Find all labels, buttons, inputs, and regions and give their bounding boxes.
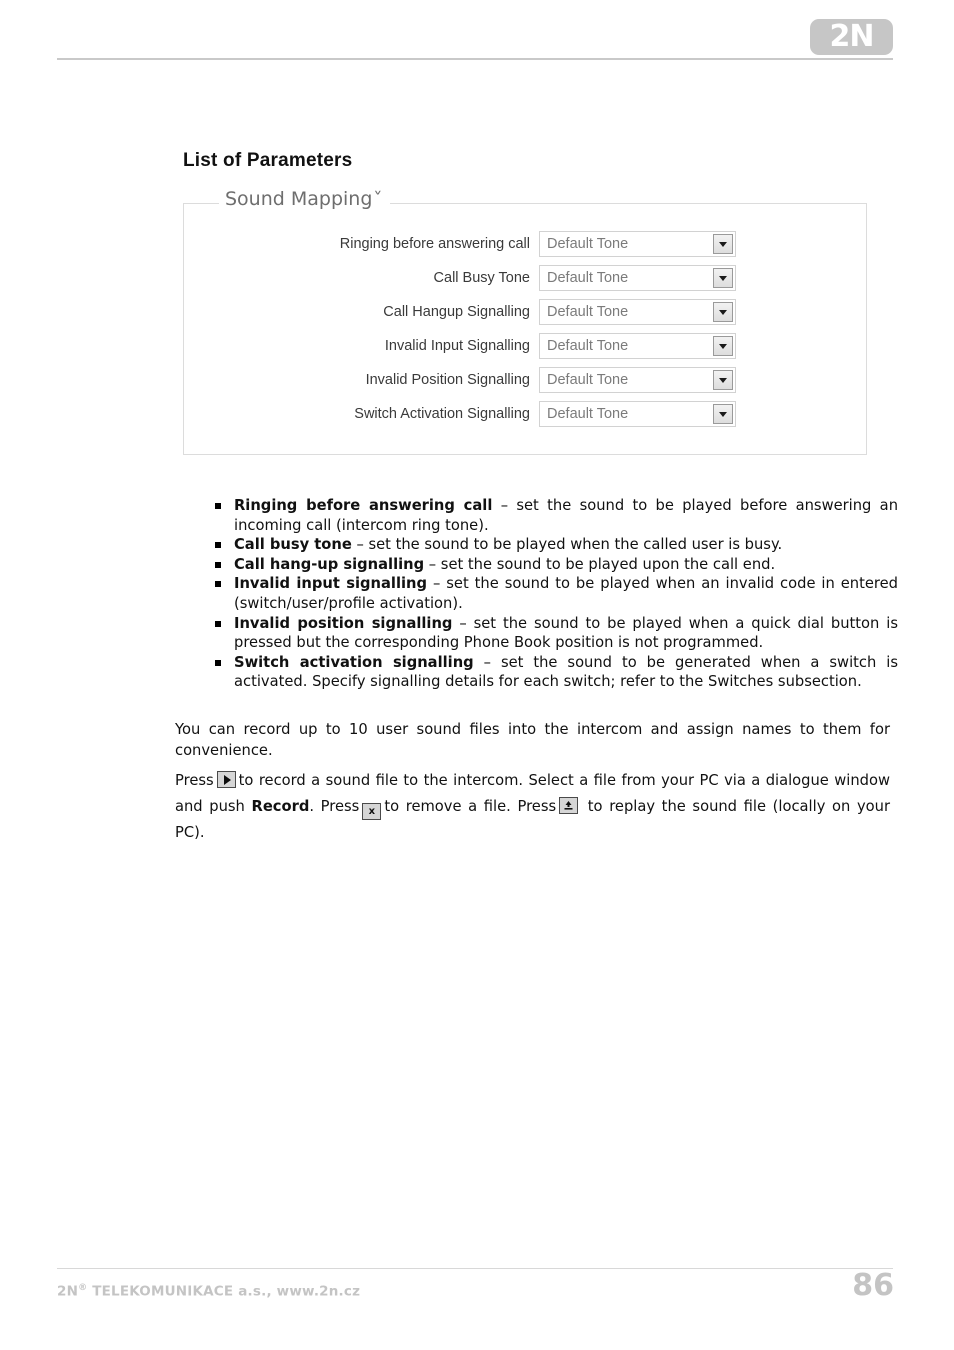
panel-legend[interactable]: Sound Mapping˅ — [219, 188, 390, 210]
close-icon[interactable]: x — [362, 803, 382, 820]
press-text-3: . Press — [309, 798, 360, 815]
list-item: Ringing before answering call – set the … — [183, 496, 898, 535]
parameter-list: Ringing before answering call – set the … — [183, 496, 898, 692]
parameter-term: Ringing before answering call — [234, 497, 493, 514]
footer-company-name: 2N — [57, 1283, 79, 1300]
panel-legend-label: Sound Mapping — [225, 188, 373, 210]
replay-icon[interactable] — [559, 797, 579, 814]
select-switch-activation-signalling[interactable]: Default Tone — [539, 401, 736, 427]
paragraph-press-instructions: Press to record a sound file to the inter… — [175, 768, 890, 846]
select-call-hangup-signalling[interactable]: Default Tone — [539, 299, 736, 325]
list-item: Call hang-up signalling – set the sound … — [183, 555, 898, 575]
form-row: Switch Activation Signalling Default Ton… — [184, 401, 868, 427]
form-row: Ringing before answering call Default To… — [184, 231, 868, 257]
sound-mapping-panel: Sound Mapping˅ Ringing before answering … — [183, 188, 868, 455]
field-label-ringing-before-answering-call: Ringing before answering call — [339, 236, 530, 252]
registered-mark: ® — [78, 1283, 88, 1293]
page-title: List of Parameters — [183, 149, 353, 171]
list-item: Call busy tone – set the sound to be pla… — [183, 535, 898, 555]
footer-company: 2N® TELEKOMUNIKACE a.s., www.2n.cz — [57, 1283, 360, 1300]
parameter-term: Invalid position signalling — [234, 614, 453, 632]
select-call-busy-tone[interactable]: Default Tone — [539, 265, 736, 291]
select-value: Default Tone — [547, 372, 629, 388]
field-label-switch-activation-signalling: Switch Activation Signalling — [354, 406, 530, 422]
form-row: Invalid Input Signalling Default Tone — [184, 333, 868, 359]
select-value: Default Tone — [547, 406, 629, 422]
field-label-invalid-input-signalling: Invalid Input Signalling — [384, 338, 530, 354]
brand-logo-2n: 2N — [810, 19, 893, 55]
header-divider — [57, 58, 893, 60]
press-text-1: Press — [175, 772, 214, 789]
select-value: Default Tone — [547, 338, 629, 354]
parameter-term: Switch activation signalling — [234, 653, 474, 671]
list-item: Switch activation signalling – set the s… — [183, 653, 898, 692]
page-footer: 2N® TELEKOMUNIKACE a.s., www.2n.cz 86 — [0, 1260, 954, 1350]
field-label-invalid-position-signalling: Invalid Position Signalling — [365, 372, 530, 388]
parameter-description: – set the sound to be played when the ca… — [351, 536, 783, 554]
field-label-call-busy-tone: Call Busy Tone — [433, 270, 530, 286]
press-text-4: to remove a file. Press — [384, 798, 557, 815]
select-ringing-before-answering-call[interactable]: Default Tone — [539, 231, 736, 257]
dropdown-arrow-icon[interactable] — [713, 302, 733, 322]
select-value: Default Tone — [547, 236, 629, 252]
dropdown-arrow-icon[interactable] — [713, 234, 733, 254]
list-item: Invalid input signalling – set the sound… — [183, 574, 898, 613]
paragraph-record-info: You can record up to 10 user sound files… — [175, 721, 890, 759]
footer-company-rest: TELEKOMUNIKACE a.s., www.2n.cz — [87, 1283, 361, 1300]
page-number: 86 — [852, 1268, 894, 1303]
parameter-description: – set the sound to be played upon the ca… — [424, 555, 776, 573]
select-invalid-input-signalling[interactable]: Default Tone — [539, 333, 736, 359]
form-row: Invalid Position Signalling Default Tone — [184, 367, 868, 393]
sound-mapping-form: Ringing before answering call Default To… — [184, 231, 868, 435]
field-label-call-hangup-signalling: Call Hangup Signalling — [383, 304, 530, 320]
parameter-term: Call hang-up signalling — [234, 555, 425, 573]
dropdown-arrow-icon[interactable] — [713, 404, 733, 424]
dropdown-arrow-icon[interactable] — [713, 370, 733, 390]
footer-divider — [57, 1268, 893, 1269]
record-button-label: Record — [251, 798, 310, 815]
parameter-term: Call busy tone — [234, 536, 352, 554]
form-row: Call Hangup Signalling Default Tone — [184, 299, 868, 325]
chevron-down-icon[interactable]: ˅ — [373, 189, 382, 207]
dropdown-arrow-icon[interactable] — [713, 268, 733, 288]
select-invalid-position-signalling[interactable]: Default Tone — [539, 367, 736, 393]
play-icon[interactable] — [216, 771, 236, 788]
select-value: Default Tone — [547, 304, 629, 320]
page-header: 2N — [0, 0, 954, 70]
form-row: Call Busy Tone Default Tone — [184, 265, 868, 291]
parameter-term: Invalid input signalling — [234, 575, 427, 593]
dropdown-arrow-icon[interactable] — [713, 336, 733, 356]
list-item: Invalid position signalling – set the so… — [183, 614, 898, 653]
select-value: Default Tone — [547, 270, 629, 286]
